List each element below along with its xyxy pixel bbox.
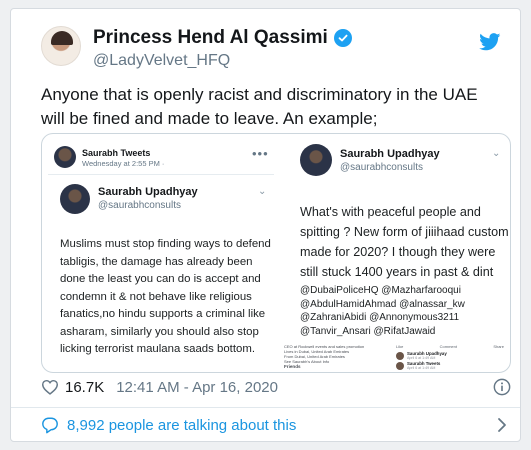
mention-line: @AbdulHamidAhmad @alnassar_kw: [300, 298, 465, 310]
tweet-meta-row: 16.7K 12:41 AM - Apr 16, 2020: [41, 372, 511, 402]
profile-info: CEO at Rockwell events and sales promoti…: [284, 344, 388, 369]
author-name[interactable]: Princess Hend Al Qassimi: [93, 27, 328, 49]
mention-line: @ZahraniAbidi @Annonymous3211: [300, 312, 460, 323]
profile-panel: CEO at Rockwell events and sales promoti…: [284, 344, 506, 370]
left-top-time: Wednesday at 2:55 PM ·: [82, 159, 165, 168]
share-action: Share: [493, 344, 504, 349]
left-top-name: Saurabh Tweets: [82, 148, 151, 158]
post-card-avatar: [396, 351, 404, 360]
post-card-2: Saurabh Tweets April 6 at 1:49 AM: [396, 361, 440, 370]
like-count[interactable]: 16.7K: [65, 379, 104, 396]
embedded-tweet-card[interactable]: Princess Hend Al Qassimi @LadyVelvet_HFQ…: [10, 8, 521, 442]
right-author-header: Saurabh Upadhyay @saurabhconsults: [300, 144, 440, 176]
tweet-timestamp[interactable]: 12:41 AM - Apr 16, 2020: [116, 379, 278, 396]
right-tweet-body: What's with peaceful people and spitting…: [300, 205, 509, 279]
left-author-avatar: [60, 184, 90, 214]
post-card-avatar: [396, 361, 404, 370]
right-chevron-icon: ⌄: [492, 148, 501, 159]
tweet-text: Anyone that is openly racist and discrim…: [41, 85, 478, 128]
left-screenshot: Saurabh Tweets Wednesday at 2:55 PM · ••…: [48, 142, 274, 368]
left-chevron-icon: ⌄: [258, 186, 267, 197]
mention-line: @Tanvir_Ansari @RifatJawaid: [300, 325, 436, 337]
mentions-list: @DubaiPoliceHQ @Mazharfarooqui @AbdulHam…: [300, 284, 510, 338]
right-author-name: Saurabh Upadhyay: [340, 148, 440, 160]
speech-bubble-icon: [42, 417, 58, 434]
verified-badge-icon: [333, 29, 352, 47]
left-tweet-body: Muslims must stop finding ways to defend…: [60, 238, 271, 355]
friends-label: Friends: [284, 364, 301, 369]
post-card-time: April 6 at 1:49 AM: [407, 366, 436, 370]
info-icon[interactable]: [493, 378, 511, 396]
left-author-header: Saurabh Upadhyay @saurabhconsults: [60, 184, 198, 214]
right-author-handle: @saurabhconsults: [340, 162, 423, 173]
author-name-row: Princess Hend Al Qassimi: [93, 27, 352, 49]
comment-action: Comment: [439, 344, 457, 349]
mention-line: @DubaiPoliceHQ @Mazharfarooqui: [300, 285, 461, 296]
left-author-handle: @saurabhconsults: [98, 200, 181, 211]
left-author-name: Saurabh Upadhyay: [98, 186, 198, 198]
right-screenshot: Saurabh Upadhyay @saurabhconsults ⌄ What…: [280, 136, 510, 370]
left-top-avatar: [54, 146, 76, 168]
chevron-right-icon[interactable]: [497, 417, 507, 433]
post-card-1: Saurabh Upadhyay April 6 at 1:49 AM: [396, 351, 447, 360]
right-author-avatar: [300, 144, 332, 176]
like-action: Like: [396, 344, 404, 349]
left-divider: [48, 174, 274, 175]
twitter-bird-icon[interactable]: [479, 33, 501, 51]
author-avatar[interactable]: [41, 26, 81, 66]
left-top-header: Saurabh Tweets Wednesday at 2:55 PM ·: [54, 146, 164, 168]
tweet-media[interactable]: Saurabh Tweets Wednesday at 2:55 PM · ••…: [41, 133, 511, 373]
more-options-icon: •••: [252, 146, 269, 161]
talking-about-text[interactable]: 8,992 people are talking about this: [67, 417, 296, 434]
author-handle[interactable]: @LadyVelvet_HFQ: [93, 52, 230, 70]
heart-icon[interactable]: [41, 379, 59, 395]
post-card-time: April 6 at 1:49 AM: [407, 356, 436, 360]
conversation-link[interactable]: 8,992 people are talking about this: [41, 407, 511, 441]
post-actions: Like Comment Share: [396, 344, 504, 349]
